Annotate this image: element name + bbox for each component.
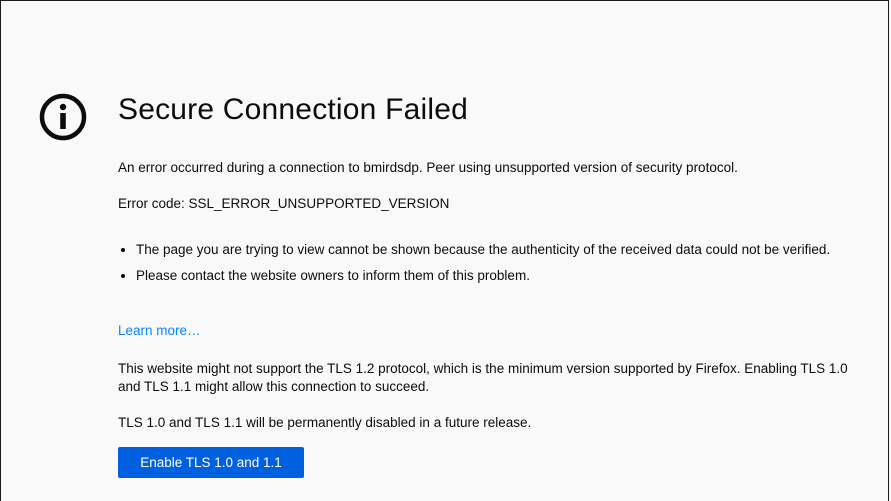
tls-future-note: TLS 1.0 and TLS 1.1 will be permanently … [118, 415, 532, 430]
enable-tls-button[interactable]: Enable TLS 1.0 and 1.1 [118, 447, 304, 478]
list-item: Please contact the website owners to inf… [136, 267, 876, 285]
learn-more-link[interactable]: Learn more… [118, 322, 201, 340]
page-title: Secure Connection Failed [118, 93, 469, 126]
error-description: An error occurred during a connection to… [118, 160, 738, 175]
tls-note: This website might not support the TLS 1… [118, 361, 848, 394]
error-code: Error code: SSL_ERROR_UNSUPPORTED_VERSIO… [118, 196, 450, 211]
list-item: The page you are trying to view cannot b… [136, 241, 876, 259]
error-page: Secure Connection Failed An error occurr… [0, 0, 889, 501]
error-details-list: The page you are trying to view cannot b… [118, 241, 876, 293]
info-icon [39, 93, 87, 141]
